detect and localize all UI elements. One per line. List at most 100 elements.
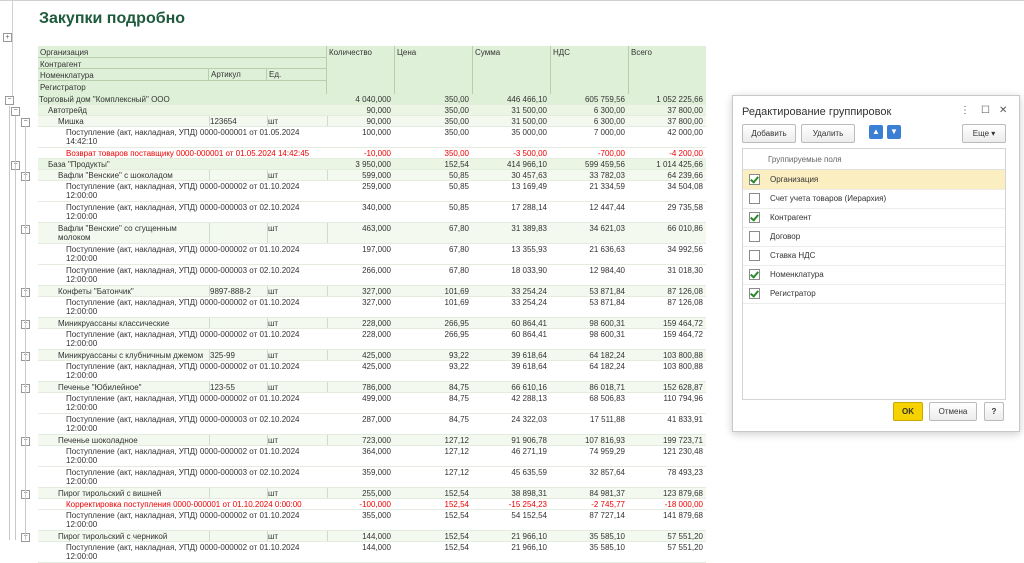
grouping-field-item[interactable]: Счет учета товаров (Иерархия) bbox=[743, 189, 1005, 209]
table-row[interactable]: Поступление (акт, накладная, УПД) 0000-0… bbox=[38, 446, 706, 467]
cell-qty: -10,000 bbox=[363, 149, 391, 158]
table-row[interactable]: Корректировка поступления 0000-000001 от… bbox=[38, 499, 706, 510]
cell-price: 350,00 bbox=[444, 128, 469, 137]
menu-icon[interactable]: ⋮ bbox=[960, 105, 970, 116]
checkbox[interactable] bbox=[749, 193, 760, 204]
cell-price: 152,54 bbox=[444, 500, 469, 509]
help-button[interactable]: ? bbox=[984, 402, 1004, 421]
cell-vat: 64 182,24 bbox=[589, 351, 625, 360]
table-row[interactable]: Возврат товаров поставщику 0000-000001 о… bbox=[38, 148, 706, 159]
group-row[interactable]: Вафли "Венские" с шоколадом шт 599,000 50,8… bbox=[38, 170, 706, 181]
table-row[interactable]: Поступление (акт, накладная, УПД) 0000-0… bbox=[38, 414, 706, 435]
cell-name: Миникруассаны классические bbox=[58, 319, 170, 328]
ok-button[interactable]: OK bbox=[893, 402, 923, 421]
cell-divider bbox=[209, 223, 210, 244]
table-row[interactable]: Поступление (акт, накладная, УПД) 0000-0… bbox=[38, 510, 706, 531]
cell-qty: 228,000 bbox=[362, 330, 391, 339]
group-row[interactable]: Мишка 123654 шт 90,000 350,00 31 500,00 6 300,… bbox=[38, 116, 706, 127]
cell-price: 127,12 bbox=[444, 436, 469, 445]
cell-divider bbox=[327, 223, 328, 244]
collapse-icon[interactable]: − bbox=[11, 107, 20, 116]
cell-sum: 414 966,10 bbox=[506, 160, 547, 169]
move-up-icon[interactable]: ▲ bbox=[869, 125, 883, 139]
cell-total: 57 551,20 bbox=[667, 543, 703, 552]
cell-total: 141 879,68 bbox=[662, 511, 703, 520]
group-row[interactable]: Автотрейд 90,000 350,00 31 500,00 6 300,00 37… bbox=[38, 105, 706, 116]
collapse-icon[interactable]: − bbox=[5, 96, 14, 105]
header-sum[interactable]: Сумма bbox=[472, 46, 550, 94]
checkbox[interactable] bbox=[749, 231, 760, 242]
checkbox[interactable] bbox=[749, 212, 760, 223]
cell-price: 84,75 bbox=[448, 415, 469, 424]
delete-button[interactable]: Удалить bbox=[801, 124, 855, 143]
group-row[interactable]: Конфеты "Батончик" 9897-888-2 шт 327,000 101… bbox=[38, 286, 706, 297]
cell-total: 31 018,30 bbox=[667, 266, 703, 275]
cell-sum: 24 322,03 bbox=[511, 415, 547, 424]
table-row[interactable]: Поступление (акт, накладная, УПД) 0000-0… bbox=[38, 361, 706, 382]
cancel-button[interactable]: Отмена bbox=[929, 402, 977, 421]
table-row[interactable]: Поступление (акт, накладная, УПД) 0000-0… bbox=[38, 202, 706, 223]
header-vat[interactable]: НДС bbox=[550, 46, 628, 94]
table-row[interactable]: Поступление (акт, накладная, УПД) 0000-0… bbox=[38, 542, 706, 563]
cell-vat: 35 585,10 bbox=[589, 543, 625, 552]
table-row[interactable]: Поступление (акт, накладная, УПД) 0000-0… bbox=[38, 329, 706, 350]
group-row[interactable]: Миникруассаны классические шт 228,000 266,9… bbox=[38, 318, 706, 329]
cell-qty: 255,000 bbox=[362, 489, 391, 498]
table-row[interactable]: Поступление (акт, накладная, УПД) 0000-0… bbox=[38, 127, 706, 148]
grouping-field-item[interactable]: Регистратор bbox=[743, 284, 1005, 304]
table-row[interactable]: Поступление (акт, накладная, УПД) 0000-0… bbox=[38, 244, 706, 265]
checkbox[interactable] bbox=[749, 174, 760, 185]
table-row[interactable]: Поступление (акт, накладная, УПД) 0000-0… bbox=[38, 181, 706, 202]
cell-name: Поступление (акт, накладная, УПД) 0000-0… bbox=[66, 394, 300, 412]
table-row[interactable]: Поступление (акт, накладная, УПД) 0000-0… bbox=[38, 467, 706, 488]
table-row[interactable]: Поступление (акт, накладная, УПД) 0000-0… bbox=[38, 297, 706, 318]
cell-sum: 35 000,00 bbox=[511, 128, 547, 137]
close-icon[interactable]: ✕ bbox=[999, 105, 1007, 116]
checkbox[interactable] bbox=[749, 250, 760, 261]
group-row[interactable]: Печенье шоколадное шт 723,000 127,12 91 906,… bbox=[38, 435, 706, 446]
cell-sum: 18 033,90 bbox=[511, 266, 547, 275]
grouping-field-item[interactable]: Ставка НДС bbox=[743, 246, 1005, 266]
checkbox[interactable] bbox=[749, 288, 760, 299]
cell-name: Поступление (акт, накладная, УПД) 0000-0… bbox=[66, 511, 300, 529]
grouping-field-item[interactable]: Контрагент bbox=[743, 208, 1005, 228]
cell-qty: 340,000 bbox=[362, 203, 391, 212]
cell-price: 50,85 bbox=[448, 182, 469, 191]
header-total[interactable]: Всего bbox=[628, 46, 707, 94]
cell-unit: шт bbox=[268, 383, 279, 392]
checkbox[interactable] bbox=[749, 269, 760, 280]
expand-all-icon[interactable]: + bbox=[3, 33, 12, 42]
cell-price: 350,00 bbox=[444, 117, 469, 126]
move-down-icon[interactable]: ▼ bbox=[887, 125, 901, 139]
table-row[interactable]: Поступление (акт, накладная, УПД) 0000-0… bbox=[38, 265, 706, 286]
group-row[interactable]: Торговый дом "Комплексный" ООО 4 040,000 3… bbox=[38, 94, 706, 105]
group-row[interactable]: Печенье "Юбилейное" 123-55 шт 786,000 84,75 6… bbox=[38, 382, 706, 393]
group-row[interactable]: Пирог тирольский с вишней шт 255,000 152,54… bbox=[38, 488, 706, 499]
tree-line bbox=[15, 116, 16, 540]
cell-sum: 31 500,00 bbox=[511, 106, 547, 115]
cell-sum: 39 618,64 bbox=[511, 351, 547, 360]
cell-name: Печенье "Юбилейное" bbox=[58, 383, 142, 392]
cell-unit: шт bbox=[268, 117, 279, 126]
cell-qty: 259,000 bbox=[362, 182, 391, 191]
cell-total: 34 504,08 bbox=[667, 182, 703, 191]
add-button[interactable]: Добавить bbox=[742, 124, 796, 143]
group-row[interactable]: Миникруассаны с клубничным джемом 325-99 ш… bbox=[38, 350, 706, 361]
table-row[interactable]: Поступление (акт, накладная, УПД) 0000-0… bbox=[38, 393, 706, 414]
cell-price: 350,00 bbox=[444, 95, 469, 104]
cell-qty: 4 040,000 bbox=[355, 95, 391, 104]
cell-total: 29 735,58 bbox=[667, 203, 703, 212]
header-qty[interactable]: Количество bbox=[326, 46, 394, 94]
group-row[interactable]: Вафли "Венские" со сгущенным молоком шт 46… bbox=[38, 223, 706, 244]
cell-art: 325-99 bbox=[210, 351, 235, 360]
grouping-field-item[interactable]: Организация bbox=[743, 170, 1005, 190]
cell-total: 103 800,88 bbox=[662, 362, 703, 371]
group-row[interactable]: Пирог тирольский с черникой шт 144,000 152,… bbox=[38, 531, 706, 542]
grouping-field-item[interactable]: Договор bbox=[743, 227, 1005, 247]
more-button[interactable]: Еще ▾ bbox=[962, 124, 1006, 143]
grouping-field-item[interactable]: Номенклатура bbox=[743, 265, 1005, 285]
header-price[interactable]: Цена bbox=[394, 46, 472, 94]
cell-art: 123-55 bbox=[210, 383, 235, 392]
group-row[interactable]: База "Продукты" 3 950,000 152,54 414 966,10… bbox=[38, 159, 706, 170]
maximize-icon[interactable]: ☐ bbox=[981, 105, 990, 116]
